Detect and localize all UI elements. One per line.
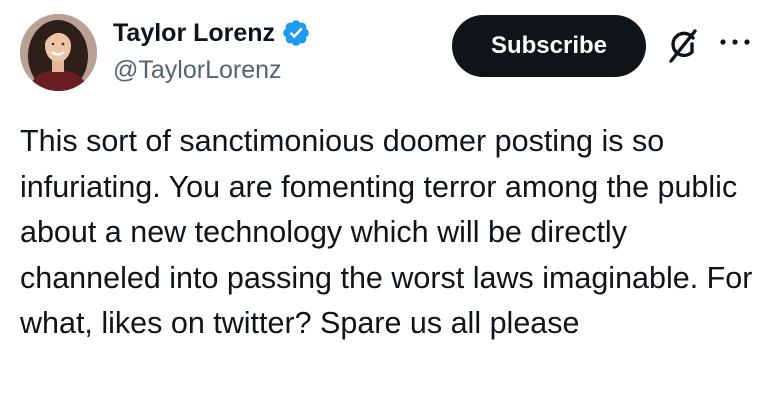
avatar-image bbox=[20, 14, 97, 91]
author-name-row: Taylor Lorenz bbox=[113, 16, 311, 50]
more-icon[interactable] bbox=[718, 32, 752, 52]
subscribe-button[interactable]: Subscribe bbox=[452, 15, 646, 77]
grok-icon[interactable] bbox=[665, 26, 701, 66]
tweet-text: This sort of sanctimonious doomer postin… bbox=[20, 124, 753, 340]
tweet-card: Taylor Lorenz @TaylorLorenz Subscribe Th… bbox=[0, 0, 767, 406]
avatar[interactable] bbox=[20, 14, 97, 91]
author-handle[interactable]: @TaylorLorenz bbox=[113, 56, 282, 85]
verified-badge-icon[interactable] bbox=[281, 18, 311, 48]
author-display-name[interactable]: Taylor Lorenz bbox=[113, 19, 275, 48]
